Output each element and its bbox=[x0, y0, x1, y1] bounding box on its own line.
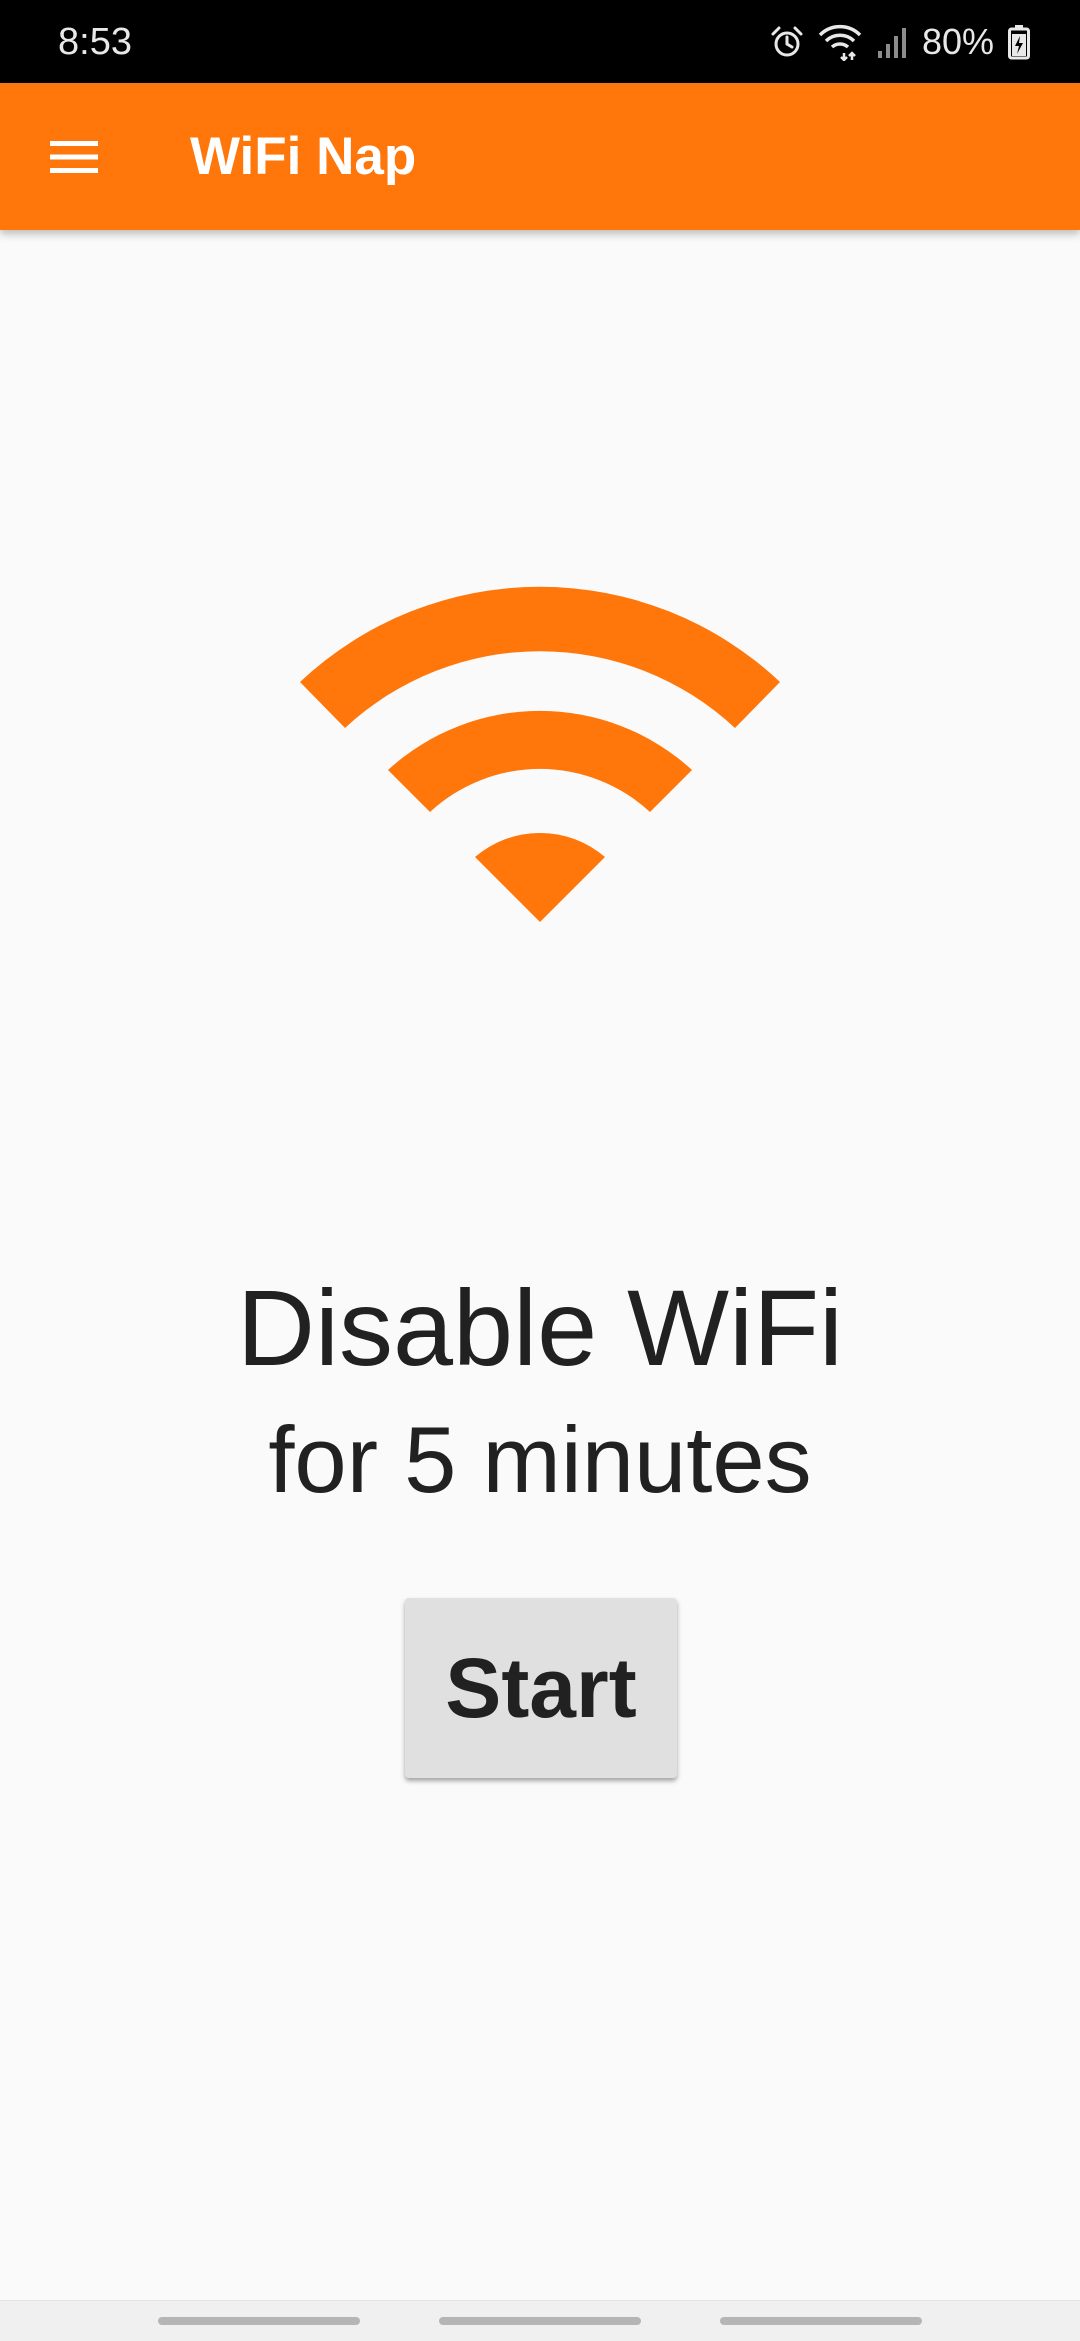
status-time: 8:53 bbox=[58, 21, 132, 63]
app-title: WiFi Nap bbox=[190, 127, 417, 186]
wifi-status-icon bbox=[818, 23, 862, 61]
status-icons: 80% bbox=[770, 18, 1030, 66]
battery-percentage: 80% bbox=[921, 21, 994, 62]
duration-text: for 5 minutes bbox=[268, 1407, 812, 1512]
battery-charging-icon bbox=[1008, 24, 1030, 60]
nav-recent-apps-handle[interactable] bbox=[158, 2317, 360, 2325]
navigation-bar bbox=[0, 2300, 1080, 2341]
nav-home-handle[interactable] bbox=[439, 2317, 641, 2325]
status-bar: 8:53 80% bbox=[0, 0, 1080, 83]
alarm-icon bbox=[770, 25, 804, 59]
hamburger-menu-icon[interactable] bbox=[30, 123, 118, 191]
nav-back-handle[interactable] bbox=[720, 2317, 922, 2325]
app-bar: WiFi Nap bbox=[0, 83, 1080, 230]
wifi-icon bbox=[290, 570, 790, 930]
start-button[interactable]: Start bbox=[405, 1598, 677, 1778]
headline: Disable WiFi bbox=[236, 1267, 844, 1388]
signal-icon bbox=[876, 25, 908, 59]
